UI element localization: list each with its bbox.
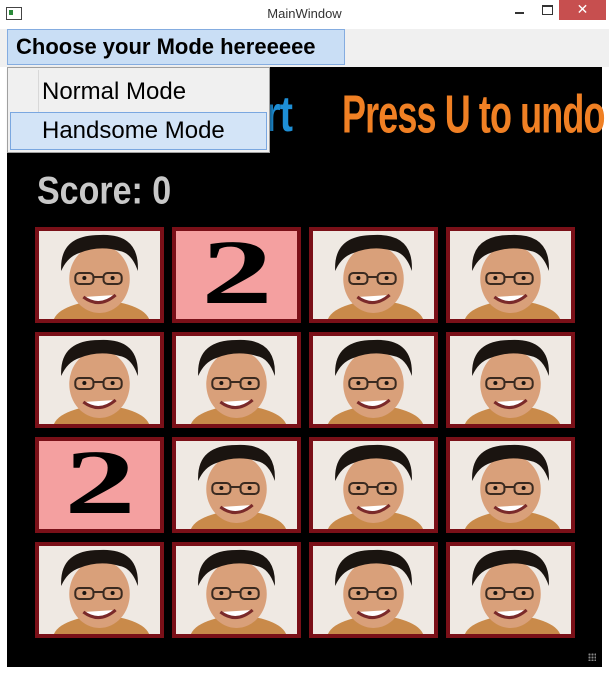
number-tile: 2: [176, 231, 297, 319]
face-tile-image: [313, 546, 434, 634]
board-tile: [35, 227, 164, 323]
face-tile-image: [313, 336, 434, 424]
board-tile: [172, 542, 301, 638]
face-tile-image: [450, 231, 571, 319]
face-tile-image: [176, 441, 297, 529]
face-tile-image: [450, 441, 571, 529]
board-tile: [35, 332, 164, 428]
board-tile: [172, 437, 301, 533]
board-tile: [35, 542, 164, 638]
maximize-icon: [541, 5, 553, 15]
close-button[interactable]: ✕: [559, 0, 606, 20]
board-tile: [309, 332, 438, 428]
menu-item-normal-mode[interactable]: Normal Mode: [10, 73, 267, 111]
board-tile: [172, 332, 301, 428]
mode-menu[interactable]: Choose your Mode hereeeee: [7, 29, 345, 65]
minimize-icon: [514, 12, 524, 14]
face-tile-image: [39, 231, 160, 319]
title-bar: MainWindow ✕: [0, 0, 609, 30]
game-area: rt Press U to undo Score: 0 2 2: [7, 67, 605, 667]
face-tile-image: [39, 336, 160, 424]
mode-dropdown: Normal Mode Handsome Mode: [7, 67, 270, 153]
board-tile: [309, 227, 438, 323]
menu-item-handsome-mode[interactable]: Handsome Mode: [10, 112, 267, 150]
undo-hint: Press U to undo: [342, 85, 605, 145]
score-label: Score: 0: [37, 169, 172, 213]
face-tile-image: [176, 336, 297, 424]
menu-bar: Choose your Mode hereeeee: [0, 29, 609, 67]
close-icon: ✕: [576, 2, 589, 18]
board-tile: [446, 332, 575, 428]
board-tile: [446, 227, 575, 323]
face-tile-image: [176, 546, 297, 634]
face-tile-image: [313, 441, 434, 529]
board-tile: [309, 542, 438, 638]
board-tile: 2: [35, 437, 164, 533]
number-tile: 2: [39, 441, 160, 529]
maximize-button[interactable]: [532, 0, 562, 20]
board-tile: [446, 437, 575, 533]
resize-grip[interactable]: [588, 653, 596, 661]
tile-value: 2: [200, 231, 273, 319]
board-tile: 2: [172, 227, 301, 323]
face-tile-image: [450, 336, 571, 424]
face-tile-image: [39, 546, 160, 634]
face-tile-image: [313, 231, 434, 319]
face-tile-image: [450, 546, 571, 634]
board-tile: [309, 437, 438, 533]
board-tile: [446, 542, 575, 638]
tile-value: 2: [63, 441, 136, 529]
minimize-button[interactable]: [504, 0, 534, 20]
